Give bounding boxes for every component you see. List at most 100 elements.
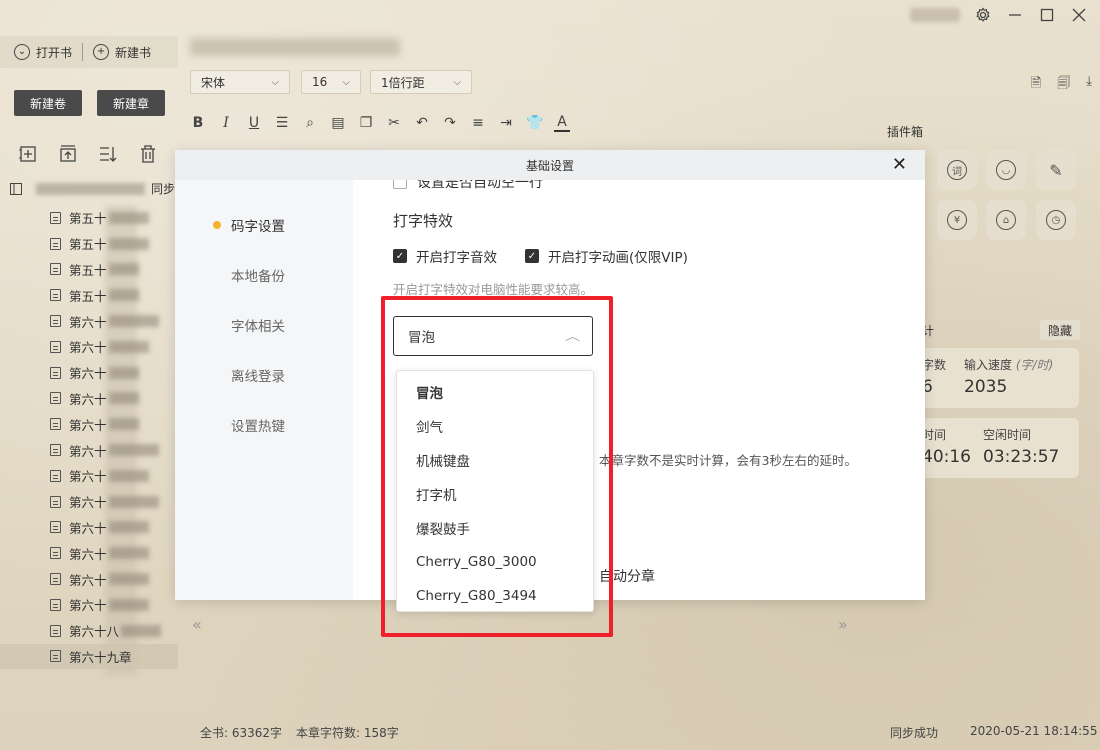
clock-icon[interactable]: ◷ [1036,200,1076,240]
dropdown-option[interactable]: 机械键盘 [397,443,593,477]
chapter-item[interactable]: 第六十 [0,386,178,412]
minimize-icon[interactable] [1006,6,1024,24]
settings-icon[interactable] [974,6,992,24]
sound-option[interactable]: ✓ 开启打字音效 [393,246,497,266]
checkbox-checked[interactable]: ✓ [525,249,539,263]
cut-icon[interactable]: ✂ [386,115,402,131]
redo-icon[interactable]: ↷ [442,115,458,131]
chapter-item[interactable]: 第六十 [0,489,178,515]
chevron-down-icon: ⌵ [453,76,461,88]
lock-icon[interactable]: ⌂ [986,200,1026,240]
line-spacing-select[interactable]: 1倍行距 ⌵ [370,70,472,94]
document-icon [50,237,61,250]
copy-icon[interactable]: ❐ [358,115,374,131]
chapter-title-blur [121,624,162,637]
chevron-up-icon: ︿ [564,330,581,343]
chapter-label: 第六十 [69,469,107,485]
sort-icon[interactable] [98,144,118,164]
export-icon[interactable] [58,144,78,164]
checkbox[interactable] [393,180,407,189]
add-chapter-icon[interactable] [18,144,38,164]
dropdown-option[interactable]: 剑气 [397,409,593,443]
sidebar-item-offline[interactable]: 离线登录 [231,365,285,385]
document-icon [50,366,61,379]
next-page-icon[interactable]: » [838,615,848,634]
maximize-icon[interactable] [1038,6,1056,24]
font-select[interactable]: 宋体 ⌵ [190,70,290,94]
chapter-item[interactable]: 第六十 [0,592,178,618]
new-chapter-button[interactable]: 新建章 [97,90,165,116]
chevron-down-icon: ⌵ [342,76,350,88]
dropdown-option[interactable]: Cherry_G80_3000 [397,545,593,579]
effect-select[interactable]: 冒泡 ︿ [393,316,593,356]
sidebar-item-font[interactable]: 字体相关 [231,315,285,335]
italic-icon[interactable]: I [218,115,234,131]
text-color-icon[interactable]: A [554,114,570,132]
chapter-label: 第五十 [69,237,107,253]
strikethrough-icon[interactable]: ☰ [274,115,290,131]
search-icon[interactable]: ⌕ [302,115,318,131]
underline-icon[interactable]: U [246,115,262,131]
note-icon[interactable]: ▤ [330,115,346,131]
file-actions: 🗎 🗐 ⤓ [1031,74,1092,96]
chapter-item[interactable]: 第六十 [0,308,178,334]
animation-option[interactable]: ✓ 开启打字动画(仅限VIP) [525,246,688,266]
chapter-item[interactable]: 第六十八 [0,618,178,644]
idea-icon[interactable]: ◡ [986,150,1026,190]
chevron-down-icon: ⌵ [271,76,279,88]
hide-button[interactable]: 隐藏 [1040,320,1080,340]
chapter-title-blur [108,573,149,586]
align-icon[interactable]: ≡ [470,115,486,131]
trash-icon[interactable] [138,144,158,164]
bold-icon[interactable]: B [190,115,206,131]
dropdown-option[interactable]: 打字机 [397,477,593,511]
word-check-icon[interactable]: 词 [937,150,977,190]
dropdown-option[interactable]: 冒泡 [397,375,593,409]
sidebar-item-backup[interactable]: 本地备份 [231,265,285,285]
chapter-item[interactable]: 第六十 [0,334,178,360]
chapter-item[interactable]: 第六十 [0,411,178,437]
chapter-item[interactable]: 第六十 [0,515,178,541]
document-icon [50,598,61,611]
sidebar-item-hotkey[interactable]: 设置热键 [231,415,285,435]
download-icon[interactable]: ⤓ [1086,74,1092,96]
book-title-blur [190,38,400,56]
chapter-item[interactable]: 第五十 [0,231,178,257]
sidebar-item-typing[interactable]: 码字设置 [231,215,285,235]
close-icon[interactable] [1070,6,1088,24]
dropdown-option[interactable]: 爆裂鼓手 [397,511,593,545]
prev-page-icon[interactable]: « [192,615,202,634]
save-icon[interactable]: 🗎 [1031,74,1041,96]
chapter-item[interactable]: 第六十 [0,360,178,386]
theme-icon[interactable]: 👕 [526,115,543,131]
dialog-title: 基础设置 [525,158,574,173]
checkbox-checked[interactable]: ✓ [393,249,407,263]
chevron-down-icon: ⌄ [14,44,30,60]
open-book-button[interactable]: ⌄ 打开书 [14,44,72,61]
chapter-item[interactable]: 第六十 [0,437,178,463]
panel-toggle-icon[interactable] [10,182,22,195]
save-as-icon[interactable]: 🗐 [1057,74,1070,96]
size-select[interactable]: 16 ⌵ [301,70,361,94]
chapter-label: 第六十 [69,417,107,433]
cutoff-option: 设置是否自动空一行 [393,180,543,192]
chapter-title-blur [108,444,159,457]
chapter-item[interactable]: 第六十九章 [0,643,178,670]
chapter-item[interactable]: 第五十 [0,257,178,283]
plugin-box-title: 插件箱 [887,125,924,139]
font-value: 宋体 [201,75,226,90]
indent-icon[interactable]: ⇥ [498,115,514,131]
chapter-item[interactable]: 第六十 [0,566,178,592]
chapter-item[interactable]: 第五十 [0,282,178,308]
chapter-item[interactable]: 第六十 [0,540,178,566]
undo-icon[interactable]: ↶ [414,115,430,131]
sync-button[interactable]: 同步 [151,180,175,197]
new-volume-button[interactable]: 新建卷 [14,90,82,116]
chapter-item[interactable]: 第五十 [0,205,178,231]
dropdown-option[interactable]: Cherry_G80_3494 [397,579,593,613]
close-icon[interactable]: ✕ [892,155,907,175]
new-book-button[interactable]: + 新建书 [93,44,151,61]
yen-icon[interactable]: ¥ [937,200,977,240]
chapter-item[interactable]: 第六十 [0,463,178,489]
pencil-icon[interactable]: ✎ [1036,150,1076,190]
